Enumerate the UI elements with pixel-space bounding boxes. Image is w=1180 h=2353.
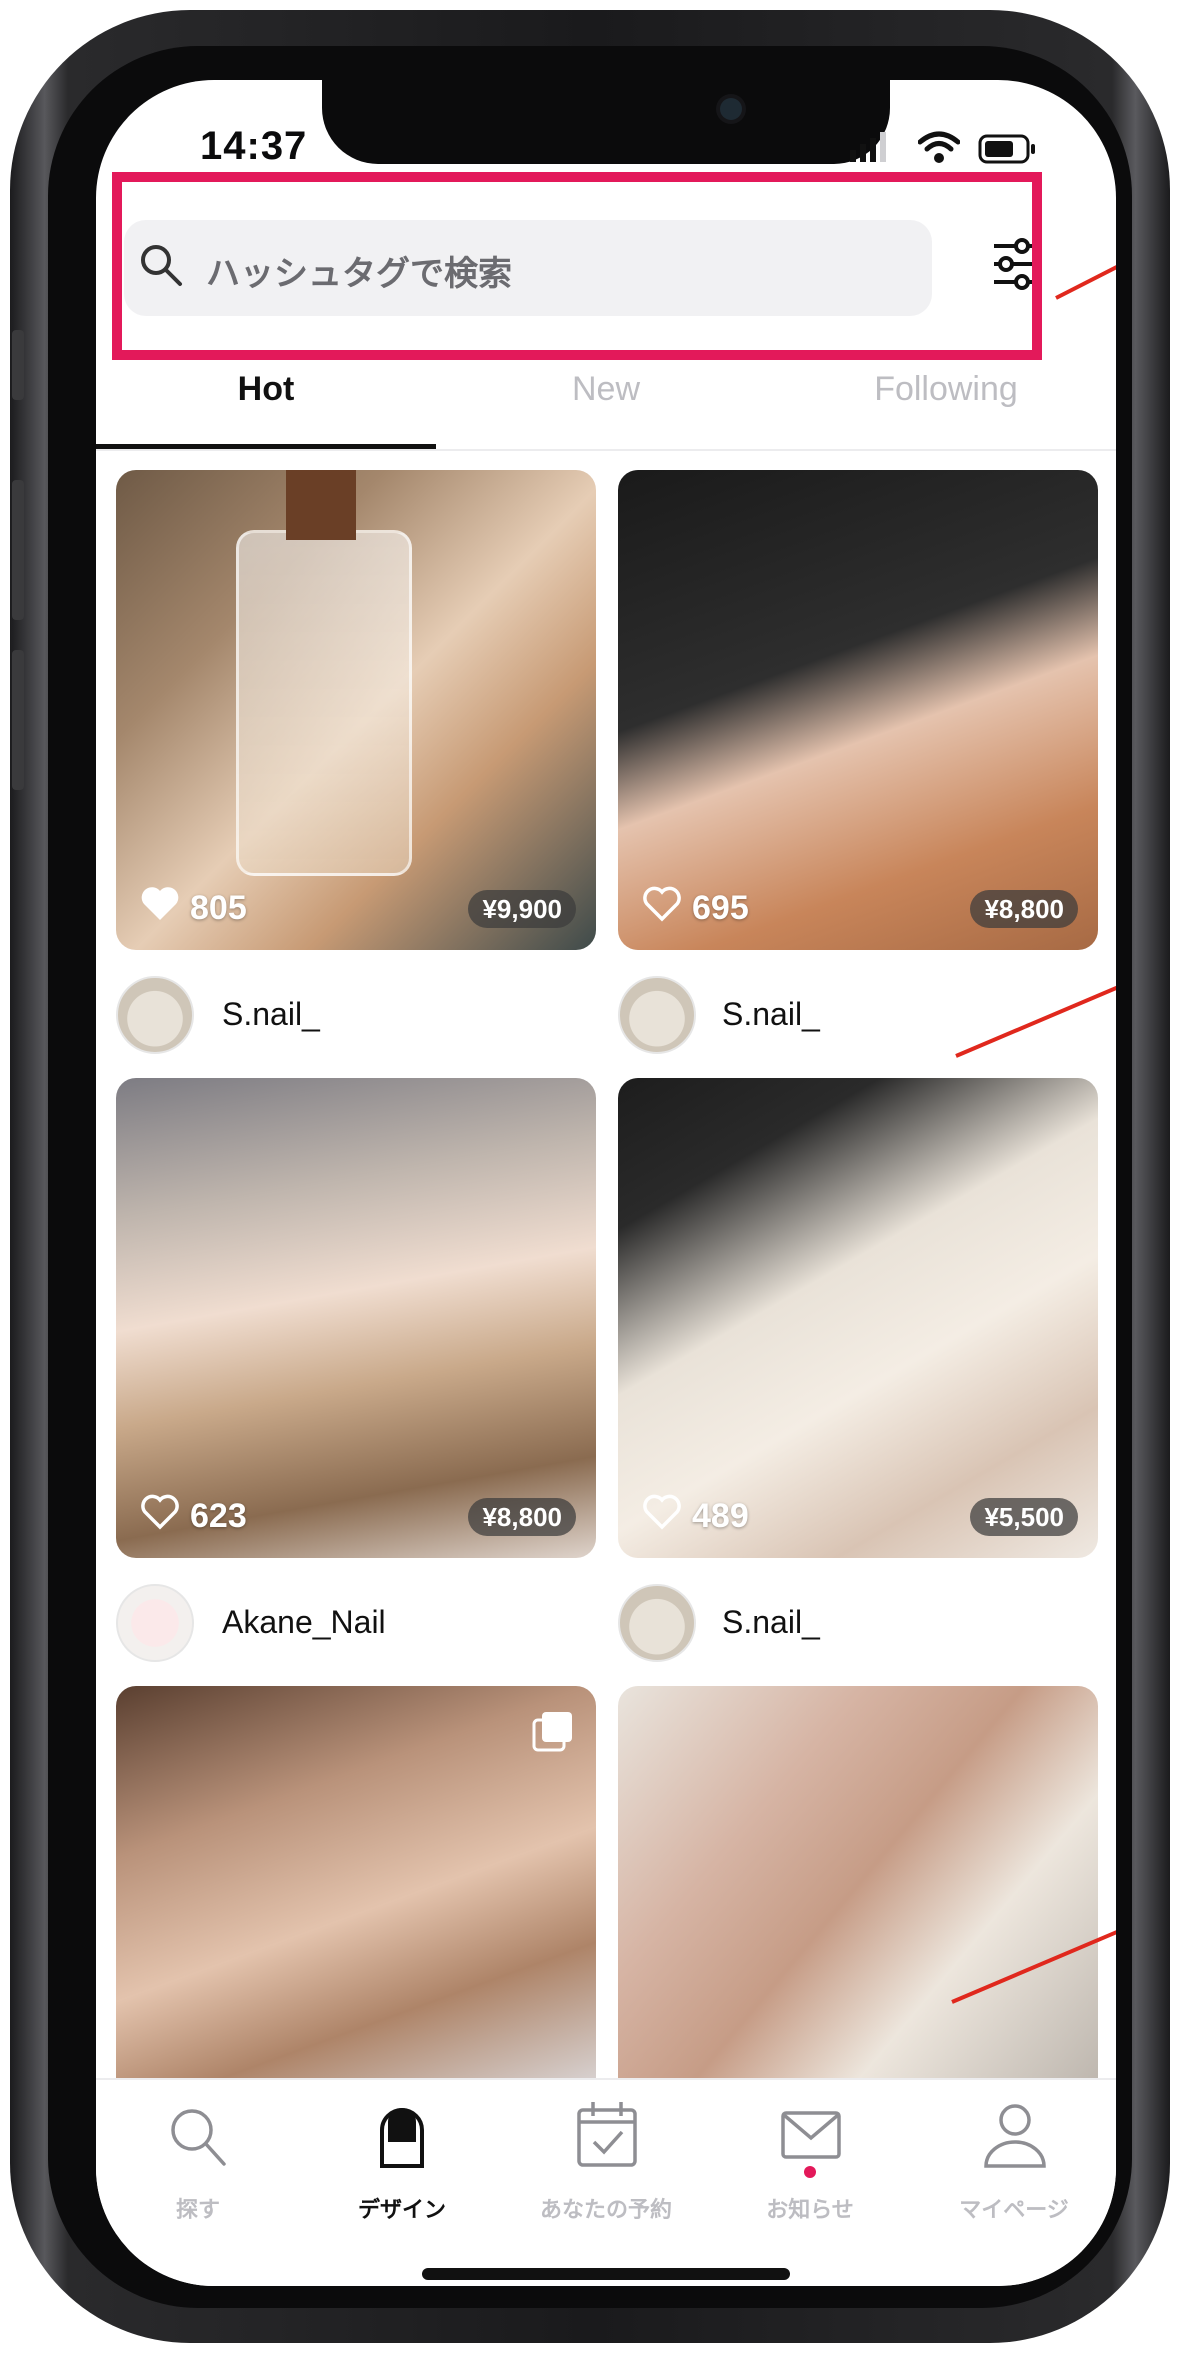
username[interactable]: S.nail_ [222,996,320,1033]
nav-item-notifications[interactable]: お知らせ [708,2080,912,2286]
notch [322,80,890,164]
heart-outline-icon [140,1494,180,1539]
mail-icon [780,2110,842,2165]
wifi-icon [917,130,961,169]
tab-following[interactable]: Following [776,370,1116,409]
nav-item-search[interactable]: 探す [96,2080,300,2286]
annotation-line [1055,232,1116,300]
nav-item-mypage[interactable]: マイページ [912,2080,1116,2286]
tab-divider [96,449,1116,451]
avatar[interactable] [116,1584,194,1662]
like-count-value: 805 [190,889,247,927]
like-count-value: 489 [692,1497,749,1535]
perfume-bottle-shape [236,530,412,876]
tab-hot[interactable]: Hot [96,370,436,409]
person-icon [982,2102,1048,2175]
calendar-icon [576,2100,638,2173]
like-count[interactable]: 805 [140,886,247,931]
like-count[interactable]: 695 [642,886,749,931]
battery-icon [978,134,1038,169]
heart-filled-icon [140,886,180,931]
like-count-value: 623 [190,1497,247,1535]
annotation-line [955,952,1116,1058]
price-badge: ¥5,500 [970,1498,1078,1536]
volume-up-button [12,480,24,620]
username[interactable]: Akane_Nail [222,1604,386,1641]
post-image[interactable] [618,1686,1098,2086]
search-icon [168,2106,228,2173]
like-count-value: 695 [692,889,749,927]
front-camera [720,98,742,120]
bottom-nav: 探す デザイン あなたの予約 お知らせ マイページ [96,2078,1116,2286]
heart-outline-icon [642,1494,682,1539]
nav-item-design[interactable]: デザイン [300,2080,504,2286]
bottle-cap-shape [286,470,356,540]
post-image[interactable]: 695 ¥8,800 [618,470,1098,950]
signal-icon [848,132,888,169]
nail-icon [372,2100,432,2175]
nav-label: お知らせ [766,2197,854,2222]
home-indicator [422,2268,790,2280]
post-image[interactable]: 489 ¥5,500 [618,1078,1098,1558]
avatar[interactable] [618,1584,696,1662]
price-badge: ¥8,800 [468,1498,576,1536]
avatar[interactable] [618,976,696,1054]
nav-label: デザイン [357,2197,446,2222]
volume-down-button [12,650,24,790]
notification-badge [804,2166,816,2178]
like-count[interactable]: 489 [642,1494,749,1539]
post-image[interactable]: 805 ¥9,900 [116,470,596,950]
post-image[interactable]: 623 ¥8,800 [116,1078,596,1558]
multi-image-icon [532,1710,574,1757]
status-time: 14:37 [200,124,308,168]
like-count[interactable]: 623 [140,1494,247,1539]
heart-outline-icon [642,886,682,931]
price-badge: ¥8,800 [970,890,1078,928]
nav-label: マイページ [959,2197,1069,2222]
nav-item-reservations[interactable]: あなたの予約 [504,2080,708,2286]
post-image[interactable] [116,1686,596,2086]
search-highlight-box [112,172,1042,360]
username[interactable]: S.nail_ [722,996,820,1033]
mute-switch [12,330,24,400]
tab-new[interactable]: New [436,370,776,409]
nav-label: 探す [175,2197,220,2222]
username[interactable]: S.nail_ [722,1604,820,1641]
phone-screen: 14:37 ハッシュタグで検索 Hot New Following 805 ¥9… [96,80,1116,2286]
price-badge: ¥9,900 [468,890,576,928]
nav-label: あなたの予約 [539,2197,672,2222]
avatar[interactable] [116,976,194,1054]
